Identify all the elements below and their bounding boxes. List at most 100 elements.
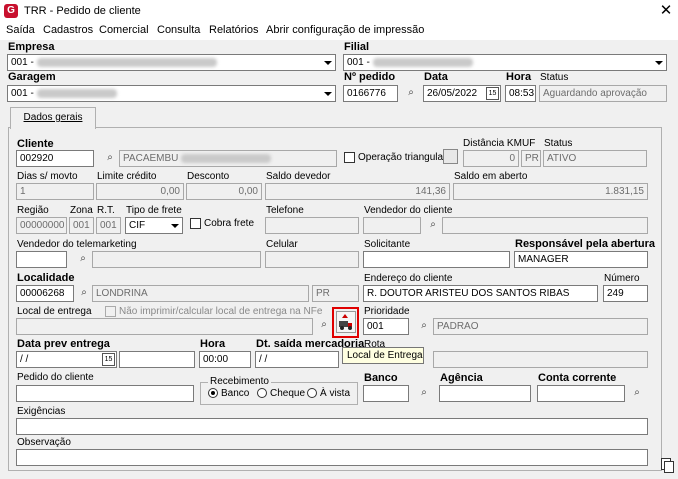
cobra-frete-checkbox[interactable] — [190, 218, 201, 229]
filial-label: Filial — [344, 41, 370, 53]
a-vista-radio[interactable] — [307, 388, 317, 398]
cheque-radio[interactable] — [257, 388, 267, 398]
cobra-frete-label: Cobra frete — [204, 218, 255, 229]
limite-label: Limite crédito — [97, 171, 157, 182]
data-field[interactable]: 26/05/2022 15 — [423, 85, 501, 102]
binoculars-icon[interactable]: ⌕ — [417, 386, 431, 400]
close-icon[interactable]: ✕ — [654, 0, 678, 22]
prev-entrega-field[interactable]: / /15 — [16, 351, 117, 368]
regiao-label: Região — [17, 205, 49, 216]
hora-field[interactable]: 08:53 — [505, 85, 536, 102]
rota-name — [433, 351, 648, 368]
local-entrega-label: Local de entrega — [17, 306, 92, 317]
frete-label: Tipo de frete — [126, 205, 182, 216]
empresa-select[interactable]: 001 - — [7, 54, 336, 71]
rt-field: 001 — [96, 217, 121, 234]
telefone-field — [265, 217, 359, 234]
app-icon: G — [4, 4, 18, 18]
tab-dados-gerais[interactable]: Dados gerais — [10, 107, 96, 129]
conta-field[interactable] — [537, 385, 625, 402]
prev-entrega-label: Data prev entrega — [17, 338, 110, 350]
hora-entrega-label: Hora — [200, 338, 226, 350]
uf-field: PR — [521, 150, 541, 167]
rt-label: R.T. — [97, 205, 115, 216]
observacao-field[interactable] — [16, 449, 648, 466]
a-vista-radio-label: À vista — [320, 388, 351, 399]
garagem-select[interactable]: 001 - — [7, 85, 336, 102]
localidade-uf: PR — [312, 285, 359, 302]
binoculars-icon[interactable]: ⌕ — [630, 386, 644, 400]
menu-consulta[interactable]: Consulta — [157, 24, 200, 36]
nao-imprimir-checkbox — [105, 306, 116, 317]
calendar-icon[interactable]: 15 — [486, 87, 499, 100]
localidade-code[interactable]: 00006268 — [16, 285, 74, 302]
exigencias-label: Exigências — [17, 406, 66, 417]
copy-icon[interactable] — [661, 458, 674, 473]
nao-imprimir-label: Não imprimir/calcular local de entrega n… — [119, 306, 323, 317]
vendedor-cliente-code — [363, 217, 421, 234]
banco-radio[interactable] — [208, 388, 218, 398]
zona-label: Zona — [70, 205, 93, 216]
binoculars-icon[interactable]: ⌕ — [76, 252, 90, 266]
menu-abrir-configuracao[interactable]: Abrir configuração de impressão — [266, 24, 424, 36]
cliente-code[interactable]: 002920 — [16, 150, 94, 167]
menu-saida[interactable]: Saída — [6, 24, 35, 36]
solicitante-field[interactable] — [363, 251, 510, 268]
local-entrega-field — [16, 318, 313, 335]
saldo-devedor-label: Saldo devedor — [266, 171, 331, 182]
saida-field[interactable]: / / — [255, 351, 339, 368]
numero-field[interactable]: 249 — [603, 285, 648, 302]
prev-entrega-extra[interactable] — [119, 351, 195, 368]
prioridade-code[interactable]: 001 — [363, 318, 409, 335]
local-entrega-tooltip: Local de Entrega — [342, 347, 424, 364]
vendedor-tele-name — [92, 251, 261, 268]
saldo-aberto-field: 1.831,15 — [453, 183, 648, 200]
pedido-cliente-label: Pedido do cliente — [17, 372, 94, 383]
zona-field: 001 — [69, 217, 94, 234]
recebimento-label: Recebimento — [208, 376, 271, 387]
vendedor-cliente-name — [442, 217, 648, 234]
binoculars-icon[interactable]: ⌕ — [404, 86, 418, 100]
pedido-cliente-field[interactable] — [16, 385, 194, 402]
pedido-field[interactable]: 0166776 — [343, 85, 398, 102]
banco-field[interactable] — [363, 385, 409, 402]
operacao-triangular-checkbox[interactable] — [344, 152, 355, 163]
empresa-label: Empresa — [8, 41, 55, 53]
agencia-field[interactable] — [439, 385, 531, 402]
calendar-icon[interactable]: 15 — [102, 353, 115, 366]
uf-label: UF — [522, 138, 536, 149]
pedido-label: Nº pedido — [344, 71, 396, 83]
menu-comercial[interactable]: Comercial — [99, 24, 149, 36]
cliente-name: PACAEMBU — [119, 150, 337, 167]
saldo-aberto-label: Saldo em aberto — [454, 171, 528, 182]
saldo-devedor-field: 141,36 — [265, 183, 450, 200]
dias-field: 1 — [16, 183, 94, 200]
frete-select[interactable]: CIF — [125, 217, 183, 234]
banco-radio-label: Banco — [221, 388, 250, 399]
vendedor-tele-code[interactable] — [16, 251, 67, 268]
responsavel-field[interactable]: MANAGER — [514, 251, 648, 268]
binoculars-icon[interactable]: ⌕ — [103, 151, 117, 165]
binoculars-icon[interactable]: ⌕ — [317, 318, 331, 332]
hora-label: Hora — [506, 71, 532, 83]
hora-entrega-field[interactable]: 00:00 — [199, 351, 251, 368]
distancia-label: Distância KM — [463, 138, 522, 149]
vendedor-tele-label: Vendedor do telemarketing — [17, 239, 137, 250]
binoculars-icon[interactable]: ⌕ — [417, 319, 431, 333]
localidade-label: Localidade — [17, 272, 75, 284]
endereco-field[interactable]: R. DOUTOR ARISTEU DOS SANTOS RIBAS — [363, 285, 598, 302]
filial-select[interactable]: 001 - — [343, 54, 667, 71]
binoculars-icon[interactable]: ⌕ — [77, 286, 91, 300]
distancia-field: 0 — [463, 150, 519, 167]
dias-label: Dias s/ movto — [17, 171, 78, 182]
exigencias-field[interactable] — [16, 418, 648, 435]
menu-cadastros[interactable]: Cadastros — [43, 24, 93, 36]
banco-label: Banco — [364, 372, 398, 384]
binoculars-icon[interactable]: ⌕ — [426, 218, 440, 232]
vendedor-cliente-label: Vendedor do cliente — [364, 205, 453, 216]
status-field: Aguardando aprovação — [539, 85, 667, 102]
localidade-name: LONDRINA — [92, 285, 309, 302]
triangle-map-icon[interactable] — [443, 149, 458, 164]
window-title: TRR - Pedido de cliente — [24, 5, 141, 17]
menu-relatorios[interactable]: Relatórios — [209, 24, 259, 36]
